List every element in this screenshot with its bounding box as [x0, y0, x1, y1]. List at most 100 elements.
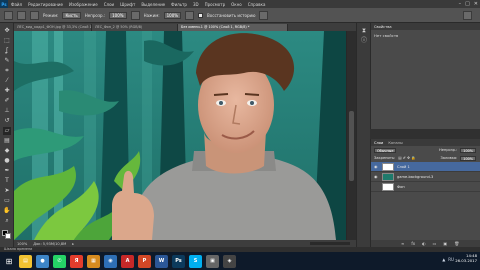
adjustment-layer-icon[interactable]: ◐ [422, 241, 426, 246]
pressure-opacity-icon[interactable] [130, 10, 140, 20]
tab-layers[interactable]: Слои [374, 141, 383, 145]
workspace-switcher[interactable] [463, 10, 472, 20]
brush-panel-toggle[interactable] [30, 10, 39, 20]
minimize-button[interactable]: – [459, 1, 462, 7]
flow-field[interactable]: 100% [163, 11, 182, 19]
maximize-button[interactable]: □ [465, 1, 470, 7]
taskbar-chrome-icon[interactable]: ● [36, 254, 49, 268]
taskbar-calc-icon[interactable]: ▣ [206, 254, 219, 268]
mask-icon[interactable]: ▭ [433, 241, 437, 246]
quick-select-tool-icon[interactable]: ✎ [3, 57, 11, 65]
mode-select[interactable]: Кисть [62, 11, 81, 19]
airbrush-icon[interactable] [185, 10, 195, 20]
taskbar-yandex-icon[interactable]: Я [70, 254, 83, 268]
menu-filter[interactable]: Фильтр [168, 2, 190, 7]
stamp-tool-icon[interactable]: ⊥ [3, 107, 11, 115]
menu-help[interactable]: Справка [245, 2, 269, 7]
layer-row-sloy1[interactable]: ◉ Слой 1 [371, 162, 480, 172]
lasso-tool-icon[interactable]: ʆ [3, 47, 11, 55]
gradient-tool-icon[interactable]: ▤ [3, 137, 11, 145]
scroll-thumb[interactable] [349, 111, 354, 181]
close-button[interactable]: ✕ [474, 1, 478, 7]
background-color-swatch[interactable] [5, 233, 11, 239]
eyedropper-tool-icon[interactable]: ⁄ [3, 77, 11, 85]
marquee-tool-icon[interactable]: ⬚ [3, 37, 11, 45]
menu-type[interactable]: Шрифт [117, 2, 138, 7]
pen-tool-icon[interactable]: ✒ [3, 167, 11, 175]
erase-history-checkbox[interactable] [198, 12, 204, 18]
new-layer-icon[interactable]: ▣ [443, 241, 447, 246]
taskbar-photoshop-icon[interactable]: Ps [172, 254, 185, 268]
window-controls: – □ ✕ [459, 0, 478, 8]
lock-icons[interactable]: ▤ ✐ ✥ 🔒 [398, 156, 415, 160]
history-brush-tool-icon[interactable]: ↺ [3, 117, 11, 125]
eraser-tool-icon[interactable]: ▱ [3, 127, 11, 135]
dodge-tool-icon[interactable]: ● [3, 157, 11, 165]
tab-channels[interactable]: Каналы [388, 141, 402, 145]
eye-icon[interactable]: ◉ [374, 164, 379, 169]
erase-history-label: Восстановить историю [207, 12, 256, 18]
doc-tab-1[interactable]: ЛЕС_вид_кадр1_ФОН.jpg @ 33,3% (Слой 1, R… [14, 24, 92, 31]
menu-layers[interactable]: Слои [101, 2, 117, 7]
zoom-tool-icon[interactable]: ⌕ [3, 217, 11, 225]
doc-tab-active[interactable]: Без имени-1 @ 100% (Слой 1, RGB/8) * [178, 24, 288, 31]
healing-tool-icon[interactable]: ✚ [3, 87, 11, 95]
menu-image[interactable]: Изображение [66, 2, 101, 7]
zoom-level[interactable]: 100% [17, 242, 27, 246]
blur-tool-icon[interactable]: ◆ [3, 147, 11, 155]
eye-icon[interactable]: ◉ [374, 174, 379, 179]
brush-tool-icon[interactable]: ✐ [3, 97, 11, 105]
taskbar-ppt-icon[interactable]: P [138, 254, 151, 268]
layer-opacity-field[interactable]: 100% [460, 147, 476, 153]
photoshop-logo: Ps [0, 0, 8, 8]
menu-edit[interactable]: Редактирование [25, 2, 66, 7]
trash-icon[interactable]: 🗑 [454, 241, 459, 246]
hand-tool-icon[interactable]: ✋ [3, 207, 11, 215]
brush-preset-picker[interactable] [17, 10, 26, 20]
taskbar-pdf-icon[interactable]: A [121, 254, 134, 268]
taskbar-app-dark-icon[interactable]: ◈ [223, 254, 236, 268]
doc-size-label: Док: 5,93М/10,8М [33, 241, 67, 246]
tool-preset-picker[interactable] [4, 10, 13, 20]
canvas[interactable] [14, 31, 346, 240]
history-panel-icon[interactable]: ⧗ [360, 27, 368, 35]
layer-filter-select[interactable]: Обычные [374, 147, 397, 153]
clock[interactable]: 14:48 26.03.2017 [455, 253, 477, 263]
shape-tool-icon[interactable]: ▭ [3, 197, 11, 205]
type-tool-icon[interactable]: T [3, 177, 11, 185]
crop-tool-icon[interactable]: ⌗ [3, 67, 11, 75]
windows-start-icon[interactable]: ⊞ [2, 254, 16, 268]
pressure-size-icon[interactable] [259, 10, 269, 20]
vertical-scrollbar[interactable] [347, 31, 356, 240]
info-panel-icon[interactable]: ⓘ [360, 37, 368, 45]
link-layers-icon[interactable]: ∞ [401, 241, 404, 246]
layer-thumbnail [382, 182, 394, 191]
language-indicator[interactable]: RU [448, 257, 454, 262]
properties-tab[interactable]: Свойства [371, 23, 480, 30]
fx-icon[interactable]: fx [411, 241, 415, 246]
layer-row-fon[interactable]: Фон [371, 182, 480, 192]
layer-fill-field[interactable]: 100% [460, 155, 476, 161]
status-arrow-icon[interactable]: ▸ [72, 242, 74, 246]
move-tool-icon[interactable]: ✥ [3, 27, 11, 35]
doc-tab-2[interactable]: ЛЕС_Фон_2 @ 50% (RGB/8) [92, 24, 178, 31]
menu-window[interactable]: Окно [228, 2, 245, 7]
taskbar-whatsapp-icon[interactable]: ✆ [53, 254, 66, 268]
tray-arrow-icon[interactable]: ▲ [442, 257, 445, 262]
menu-view[interactable]: Просмотр [202, 2, 229, 7]
menu-3d[interactable]: 3D [190, 2, 202, 7]
horizontal-scrollbar[interactable] [310, 242, 350, 245]
flow-label: Нажим: [143, 12, 160, 18]
opacity-field[interactable]: 100% [109, 11, 127, 19]
menu-select[interactable]: Выделение [138, 2, 168, 7]
collapsed-panels: ⧗ ⓘ [356, 23, 370, 247]
taskbar-app-blue-icon[interactable]: ◉ [104, 254, 117, 268]
taskbar-word-icon[interactable]: W [155, 254, 168, 268]
menu-file[interactable]: Файл [8, 2, 25, 7]
taskbar-files-icon[interactable]: ▦ [87, 254, 100, 268]
taskbar-explorer-icon[interactable]: ▤ [19, 254, 32, 268]
document-tabs: ЛЕС_вид_кадр1_ФОН.jpg @ 33,3% (Слой 1, R… [14, 23, 356, 31]
path-select-tool-icon[interactable]: ➤ [3, 187, 11, 195]
taskbar-skype-icon[interactable]: S [189, 254, 202, 268]
layer-row-background-3[interactable]: ◉ game-background-3 [371, 172, 480, 182]
